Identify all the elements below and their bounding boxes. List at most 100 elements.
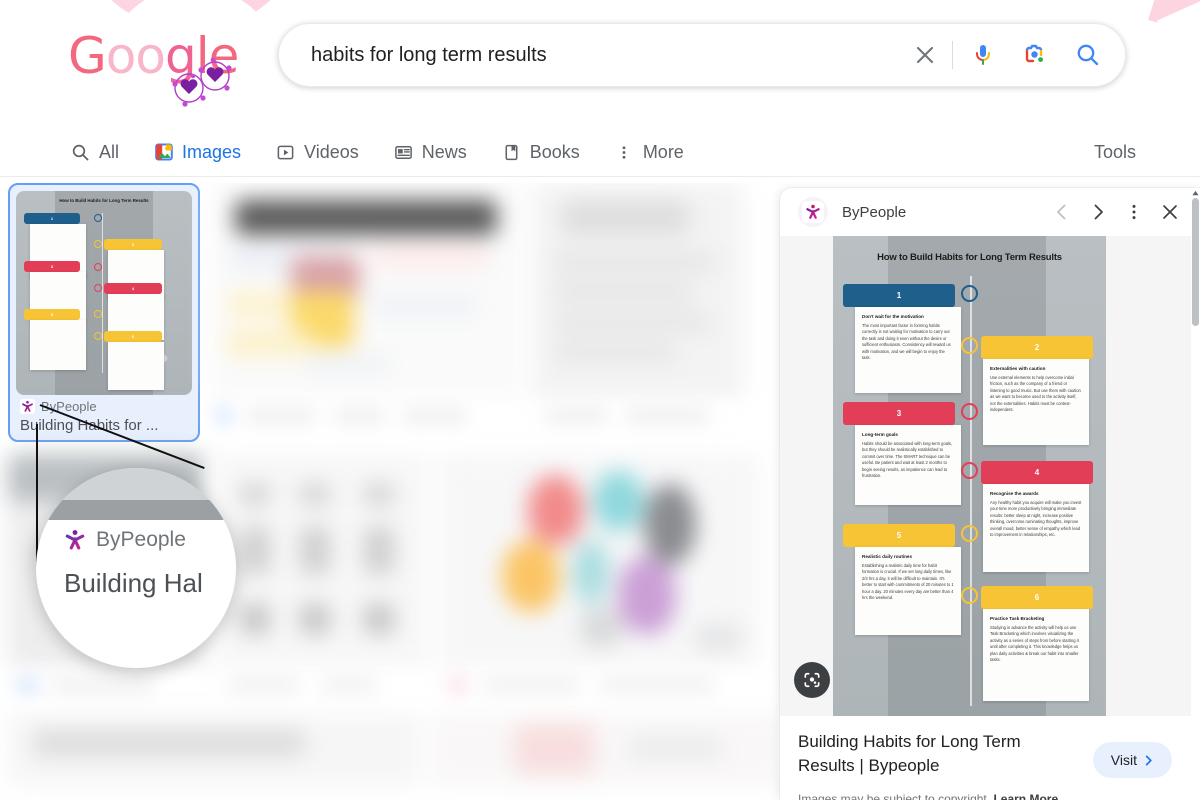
result-meta-blurred <box>214 674 428 700</box>
visit-label: Visit <box>1110 752 1137 768</box>
infographic-heading: Practice Task Bracketing <box>990 616 1045 621</box>
infographic-badge: 4 <box>981 461 1093 484</box>
search-bar[interactable] <box>278 23 1126 87</box>
tab-all[interactable]: All <box>70 128 119 176</box>
lens-search-icon[interactable] <box>1011 32 1057 78</box>
result-thumbnail[interactable] <box>438 454 760 668</box>
nav-divider <box>0 176 1200 177</box>
infographic-heading: Recognise the awards <box>990 491 1039 496</box>
result-thumbnail[interactable] <box>214 454 428 668</box>
infographic-badge: 3 <box>843 402 955 425</box>
infographic-body: The most important factor in forming hab… <box>862 323 951 361</box>
result-meta-blurred <box>210 405 522 431</box>
infographic-title: How to Build Habits for Long Term Result… <box>59 198 149 203</box>
infographic-body: Establishing a realistic daily time for … <box>862 563 954 601</box>
tools-button[interactable]: Tools <box>1094 128 1136 176</box>
image-result-selected[interactable]: How to Build Habits for Long Term Result… <box>8 183 200 442</box>
infographic-title: How to Build Habits for Long Term Result… <box>877 252 1062 263</box>
infographic-body: Habits should be associated with long-te… <box>862 441 953 479</box>
image-result-blurred[interactable] <box>8 714 420 786</box>
result-meta-blurred <box>8 674 204 700</box>
infographic-heading: Realistic daily routines <box>862 554 913 559</box>
panel-site-name: ByPeople <box>842 203 907 221</box>
scroll-up-arrow-icon[interactable] <box>1191 188 1200 198</box>
tab-news[interactable]: News <box>393 128 467 176</box>
search-icon <box>70 142 91 163</box>
tab-label: News <box>421 141 467 162</box>
result-meta-blurred <box>438 674 760 700</box>
panel-favicon <box>798 197 828 227</box>
tab-label: Books <box>529 141 580 162</box>
infographic-heading: Long-term goals <box>862 432 898 437</box>
image-result-blurred[interactable] <box>438 454 760 700</box>
doodle-hearts-icon <box>172 57 232 107</box>
search-tabs: All Images Videos News Books More <box>70 128 684 176</box>
callout-title: Building Hal <box>64 568 203 598</box>
bypeople-x-icon <box>20 399 35 414</box>
previous-image-icon[interactable] <box>1044 194 1080 230</box>
infographic-body: Use external elements to help overcome i… <box>990 375 1081 413</box>
infographic-heading: Don't wait for the motivation <box>862 314 924 319</box>
search-input[interactable] <box>279 35 902 75</box>
result-thumbnail[interactable] <box>532 183 744 399</box>
infographic-body: Studying in advance the activity will he… <box>990 625 1079 663</box>
image-result-blurred[interactable] <box>214 454 428 700</box>
result-thumbnail[interactable] <box>8 714 420 786</box>
infographic-badge: 2 <box>981 336 1093 359</box>
panel-menu-icon[interactable] <box>1116 194 1152 230</box>
panel-scrollbar[interactable] <box>1191 188 1200 800</box>
tab-label: Videos <box>304 141 359 162</box>
result-title: Building Habits for ... <box>20 417 159 434</box>
panel-header: ByPeople <box>780 188 1200 236</box>
google-images-search-page: Google habits for long term results All … <box>0 0 1200 800</box>
image-result-blurred[interactable] <box>430 714 778 786</box>
bypeople-x-icon <box>802 201 824 223</box>
tab-books[interactable]: Books <box>501 128 580 176</box>
panel-footer: Building Habits for Long Term Results | … <box>780 716 1200 800</box>
tab-videos[interactable]: Videos <box>275 128 359 176</box>
tab-label: Images <box>182 141 242 162</box>
image-result-blurred[interactable] <box>210 183 522 442</box>
learn-more-link[interactable]: Learn More <box>993 792 1058 800</box>
panel-scrollbar-thumb[interactable] <box>1192 198 1199 326</box>
tab-more[interactable]: More <box>614 128 684 176</box>
result-meta-blurred <box>532 405 744 431</box>
infographic-preview: How to Build Habits for Long Term Result… <box>16 191 192 395</box>
next-image-icon[interactable] <box>1080 194 1116 230</box>
page-header: Google <box>0 0 1200 128</box>
results-row: How to Build Habits for Long Term Result… <box>0 183 778 450</box>
search-submit-icon[interactable] <box>1063 32 1113 78</box>
copyright-text: Images may be subject to copyright. <box>798 792 991 800</box>
lens-icon <box>804 672 820 688</box>
image-result-blurred[interactable] <box>532 183 744 442</box>
infographic-badge: 5 <box>843 524 955 547</box>
result-thumbnail[interactable]: How to Build Habits for Long Term Result… <box>16 191 192 395</box>
panel-image-area: How to Build Habits for Long Term Result… <box>780 236 1200 716</box>
result-thumbnail[interactable] <box>430 714 778 786</box>
tab-images[interactable]: Images <box>153 128 241 176</box>
zoom-callout: ByPeople Building Hal <box>36 468 236 668</box>
infographic-full: How to Build Habits for Long Term Result… <box>833 236 1106 716</box>
clear-search-icon[interactable] <box>902 32 948 78</box>
panel-result-title[interactable]: Building Habits for Long Term Results | … <box>798 730 1068 778</box>
callout-site-name: ByPeople <box>96 528 186 551</box>
google-logo[interactable]: Google <box>68 28 239 107</box>
search-tabs-row: All Images Videos News Books More Tools <box>0 128 1200 178</box>
book-icon <box>501 142 522 163</box>
video-icon <box>275 142 296 163</box>
copyright-notice: Images may be subject to copyright. Lear… <box>798 792 1182 800</box>
kebab-icon <box>614 142 635 163</box>
voice-search-icon[interactable] <box>963 32 1003 78</box>
infographic-badge: 1 <box>843 284 955 307</box>
infographic-body: Any healthy habit you acquire will make … <box>990 500 1082 538</box>
image-preview-panel: ByPeople How to Build Habits for Long Te… <box>780 188 1200 800</box>
infographic-badge: 6 <box>981 586 1093 609</box>
callout-site: ByPeople <box>64 528 186 552</box>
preview-image[interactable]: How to Build Habits for Long Term Result… <box>833 236 1106 716</box>
visit-button[interactable]: Visit <box>1092 742 1172 778</box>
lens-image-search-button[interactable] <box>794 662 830 698</box>
close-panel-icon[interactable] <box>1152 194 1188 230</box>
tab-label: All <box>99 141 120 162</box>
result-thumbnail[interactable] <box>210 183 522 399</box>
bypeople-x-icon <box>65 530 85 550</box>
